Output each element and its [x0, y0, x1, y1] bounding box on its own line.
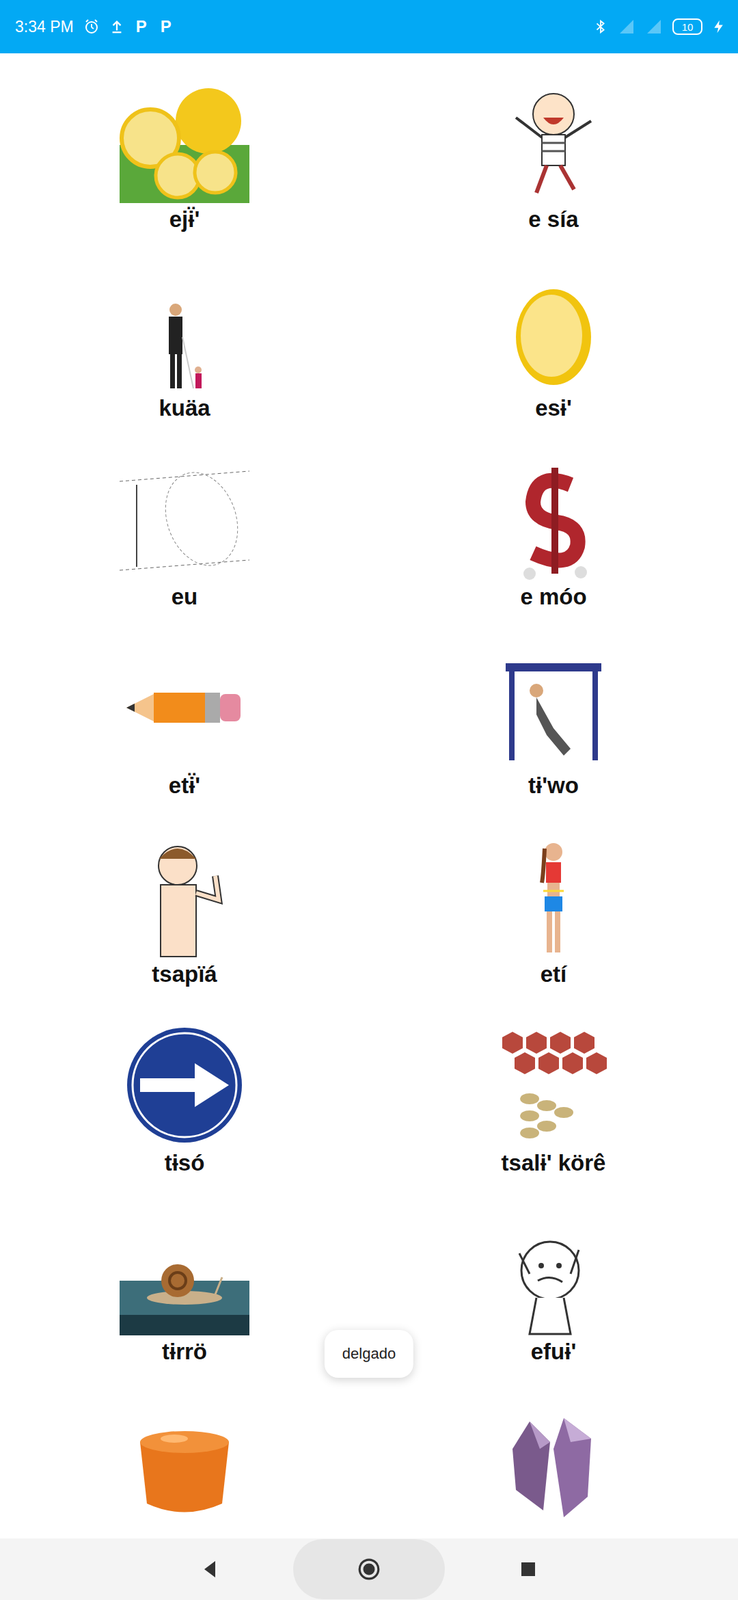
word-grid: ejɨ̈' e sía kuäa esɨ' eu e móo etɨ̈' tɨ'wo tsapï…: [0, 53, 738, 1538]
word-picture: [485, 1009, 622, 1146]
signal-icon: [617, 18, 636, 35]
status-left: 3:34 PM PP: [15, 17, 174, 37]
bluetooth-icon: [593, 18, 609, 35]
word-card[interactable]: [369, 1386, 738, 1538]
navigation-bar: [0, 1537, 738, 1599]
lemons-icon: [119, 79, 250, 203]
word-picture: [116, 1009, 253, 1146]
hexagons-icon: [488, 1022, 619, 1146]
crystals-icon: [488, 1400, 619, 1524]
word-label: tɨsó: [160, 1145, 210, 1179]
back-icon[interactable]: [201, 1557, 218, 1580]
battery-level: 10: [681, 21, 694, 33]
pencil-icon: [119, 645, 250, 769]
home-button[interactable]: [293, 1538, 445, 1599]
word-label: tsalɨ' körê: [497, 1145, 611, 1179]
word-picture: [116, 632, 253, 769]
word-picture: [116, 443, 253, 581]
word-label: eu: [167, 580, 203, 613]
alarm-icon: [83, 18, 100, 35]
thin-woman-icon: [488, 834, 619, 958]
word-card[interactable]: etí: [369, 820, 738, 1010]
word-card[interactable]: eu: [0, 443, 369, 633]
word-card[interactable]: kuäa: [0, 254, 369, 444]
word-card[interactable]: tsalɨ' körê: [369, 1009, 738, 1198]
word-list: ejɨ̈' e sía kuäa esɨ' eu e móo etɨ̈' tɨ'wo tsapï…: [0, 53, 738, 1538]
word-label: ejɨ̈': [165, 202, 205, 236]
width-diagram-icon: [119, 457, 250, 581]
word-picture: [116, 1197, 253, 1335]
word-label: esɨ': [530, 391, 577, 425]
laughing-child-icon: [488, 79, 619, 203]
word-label: etɨ̈': [164, 768, 205, 802]
word-card[interactable]: e sía: [369, 66, 738, 255]
word-picture: [485, 820, 622, 958]
word-picture: [485, 443, 622, 581]
word-picture: [485, 1386, 622, 1524]
direction-sign-icon: [119, 1022, 250, 1146]
toast: delgado: [324, 1329, 414, 1377]
word-label: etí: [536, 957, 572, 991]
signal-icon: [645, 18, 663, 35]
word-label: efuɨ': [526, 1334, 581, 1368]
word-picture: [116, 254, 253, 392]
snail-icon: [119, 1211, 250, 1335]
word-picture: [485, 66, 622, 203]
word-picture: [116, 66, 253, 203]
notification-icon: P: [158, 17, 174, 37]
word-picture: [485, 632, 622, 769]
upload-icon: [109, 19, 125, 35]
status-right: 10: [593, 18, 726, 35]
word-card[interactable]: [0, 1386, 369, 1538]
clock: 3:34 PM: [15, 17, 74, 37]
word-label: e sía: [524, 202, 583, 236]
word-label: tɨ'wo: [524, 768, 583, 802]
money-icon: [488, 457, 619, 581]
battery-icon: 10: [672, 18, 703, 35]
word-card[interactable]: etɨ̈': [0, 632, 369, 821]
word-label: tɨrrö: [157, 1334, 212, 1368]
man-and-child-icon: [119, 268, 250, 392]
charging-icon: [712, 18, 726, 35]
word-card[interactable]: e móo: [369, 443, 738, 633]
status-bar: 3:34 PM PP 10: [0, 0, 738, 54]
word-card[interactable]: tɨrrö: [0, 1197, 369, 1387]
man-under-table-icon: [488, 645, 619, 769]
confused-face-icon: [488, 1211, 619, 1335]
word-picture: [116, 1386, 253, 1524]
word-card[interactable]: efuɨ': [369, 1197, 738, 1387]
word-label: tsapïá: [147, 957, 221, 991]
jam-icon: [119, 1400, 250, 1524]
word-label: kuäa: [154, 391, 214, 425]
word-card[interactable]: tɨ'wo: [369, 632, 738, 821]
half-lemon-icon: [488, 268, 619, 392]
word-picture: [116, 820, 253, 958]
word-picture: [485, 1197, 622, 1335]
word-card[interactable]: esɨ': [369, 254, 738, 444]
home-icon: [357, 1556, 381, 1580]
word-picture: [485, 254, 622, 392]
notification-icon: P: [133, 17, 149, 37]
thin-boy-icon: [119, 834, 250, 958]
recents-icon[interactable]: [520, 1560, 537, 1577]
word-card[interactable]: tɨsó: [0, 1009, 369, 1198]
word-card[interactable]: ejɨ̈': [0, 66, 369, 255]
word-card[interactable]: tsapïá: [0, 820, 369, 1010]
word-label: e móo: [515, 580, 591, 613]
